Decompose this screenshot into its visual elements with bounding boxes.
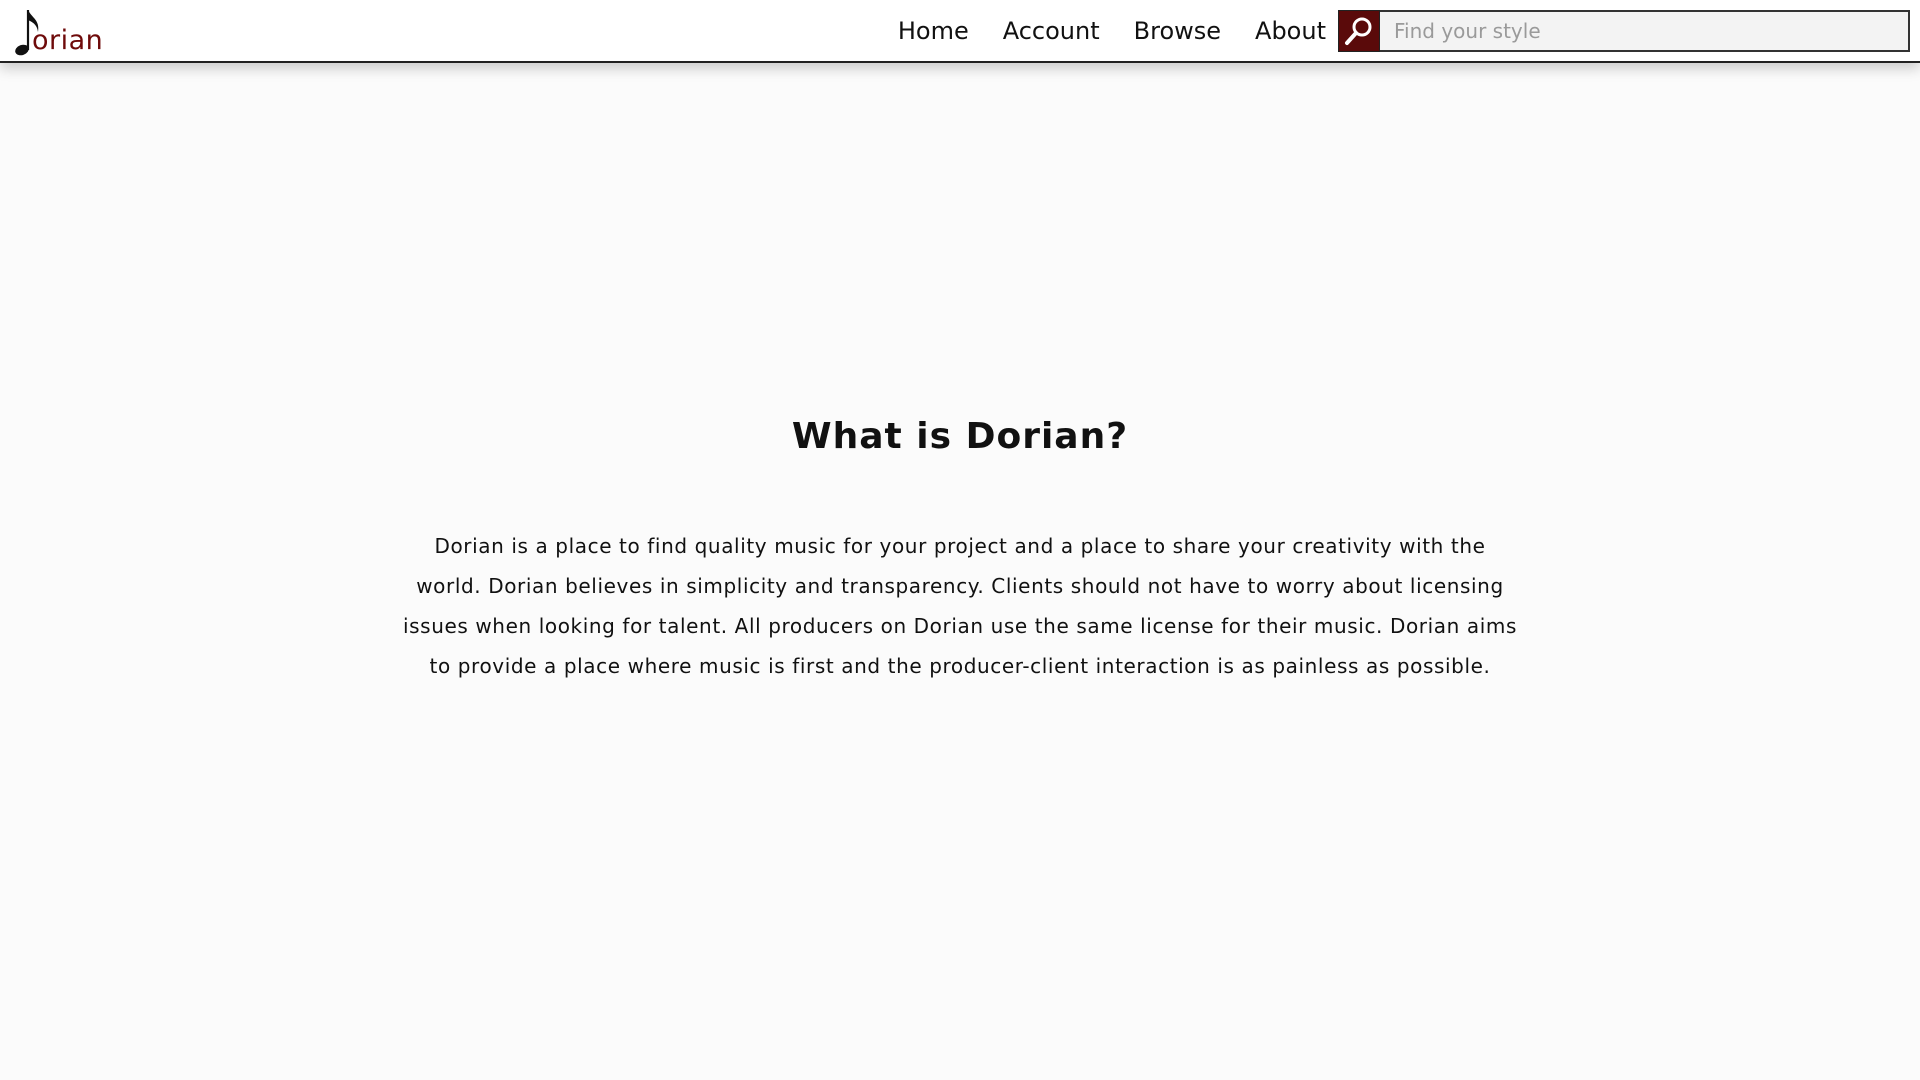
dorian-logo[interactable]: orian (14, 6, 104, 58)
page-title: What is Dorian? (791, 416, 1129, 457)
magnifier-icon (1345, 17, 1372, 45)
nav-about-link[interactable]: About (1255, 17, 1326, 45)
nav-browse-link[interactable]: Browse (1134, 17, 1221, 45)
search-input[interactable] (1380, 10, 1910, 52)
about-section: What is Dorian? Dorian is a place to fin… (0, 62, 1920, 1080)
nav-account-link[interactable]: Account (1003, 17, 1100, 45)
logo-text: orian (32, 25, 104, 56)
main-nav: Home Account Browse About (864, 0, 1326, 62)
search-button[interactable] (1338, 10, 1380, 52)
top-navbar: orian Home Account Browse About (0, 0, 1920, 63)
search-bar (1338, 10, 1910, 52)
about-description: Dorian is a place to find quality music … (403, 534, 1517, 678)
nav-home-link[interactable]: Home (898, 17, 969, 45)
